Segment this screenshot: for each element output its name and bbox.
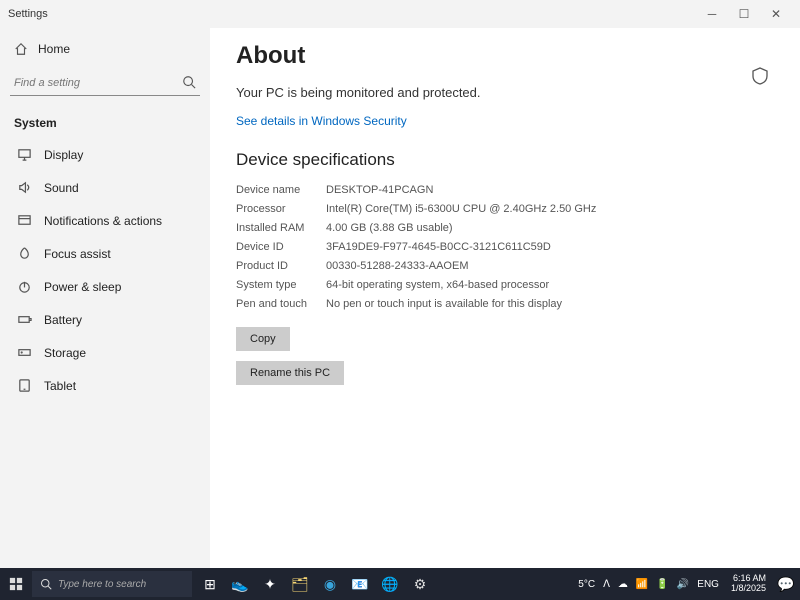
spec-value: 3FA19DE9-F977-4645-B0CC-3121C611C59D [326, 241, 646, 253]
spec-label: Pen and touch [236, 298, 326, 310]
spec-row: System type64-bit operating system, x64-… [236, 279, 774, 291]
clock-date: 1/8/2025 [731, 584, 766, 594]
tray-overflow-icon[interactable]: ᐱ [603, 579, 610, 590]
window-title: Settings [8, 8, 696, 20]
spec-label: Installed RAM [236, 222, 326, 234]
nav-notifications[interactable]: Notifications & actions [0, 204, 210, 237]
copy-button[interactable]: Copy [236, 327, 290, 351]
nav-label: Power & sleep [44, 280, 121, 294]
nav-label: Notifications & actions [44, 214, 162, 228]
nav-battery[interactable]: Battery [0, 303, 210, 336]
task-view-icon[interactable]: ⊞ [196, 570, 224, 598]
window-titlebar: Settings ─ ☐ ✕ [0, 0, 800, 28]
nav-power-sleep[interactable]: Power & sleep [0, 270, 210, 303]
page-title: About [236, 42, 774, 70]
nav-label: Tablet [44, 379, 76, 393]
copilot-icon[interactable]: ✦ [256, 570, 284, 598]
system-tray: 5°C ᐱ ☁ 📶 🔋 🔊 ENG [572, 579, 725, 590]
nav-label: Sound [44, 181, 79, 195]
volume-tray-icon[interactable]: 🔊 [677, 579, 689, 590]
spec-label: Processor [236, 203, 326, 215]
device-specs-table: Device nameDESKTOP-41PCAGN ProcessorInte… [236, 184, 774, 310]
spec-label: System type [236, 279, 326, 291]
search-icon [40, 578, 52, 590]
nav-display[interactable]: Display [0, 138, 210, 171]
storage-icon [17, 345, 32, 360]
taskbar-clock[interactable]: 6:16 AM 1/8/2025 [725, 574, 772, 594]
notifications-icon [17, 213, 32, 228]
taskbar-search-placeholder: Type here to search [58, 579, 146, 590]
mail-icon[interactable]: 📧 [346, 570, 374, 598]
nav-label: Display [44, 148, 83, 162]
nav-sound[interactable]: Sound [0, 171, 210, 204]
spec-value: 4.00 GB (3.88 GB usable) [326, 222, 646, 234]
spec-value: 64-bit operating system, x64-based proce… [326, 279, 646, 291]
onedrive-icon[interactable]: ☁ [618, 579, 628, 590]
taskbar-pinned: ⊞ 👟 ✦ 🗂 ◉ 📧 🌐 ⚙ [196, 570, 434, 598]
home-nav[interactable]: Home [0, 34, 210, 64]
chrome-icon[interactable]: 🌐 [376, 570, 404, 598]
search-settings-input[interactable] [10, 70, 200, 96]
protection-status: Your PC is being monitored and protected… [236, 84, 496, 102]
nav-tablet[interactable]: Tablet [0, 369, 210, 402]
file-explorer-icon[interactable]: 🗂 [286, 570, 314, 598]
display-icon [17, 147, 32, 162]
battery-tray-icon[interactable]: 🔋 [656, 579, 668, 590]
settings-sidebar: Home System Display Sound Notifications … [0, 28, 210, 568]
category-heading: System [0, 106, 210, 138]
app-icon[interactable]: 👟 [226, 570, 254, 598]
power-icon [17, 279, 32, 294]
spec-row: Pen and touchNo pen or touch input is av… [236, 298, 774, 310]
sound-icon [17, 180, 32, 195]
taskbar-search[interactable]: Type here to search [32, 571, 192, 597]
maximize-button[interactable]: ☐ [728, 7, 760, 21]
spec-row: Device ID3FA19DE9-F977-4645-B0CC-3121C61… [236, 241, 774, 253]
spec-row: Installed RAM4.00 GB (3.88 GB usable) [236, 222, 774, 234]
rename-pc-button[interactable]: Rename this PC [236, 361, 344, 385]
spec-row: Device nameDESKTOP-41PCAGN [236, 184, 774, 196]
security-shield-icon[interactable] [750, 66, 770, 86]
start-button[interactable] [0, 577, 32, 591]
weather-widget[interactable]: 5°C [578, 579, 595, 590]
home-icon [14, 42, 28, 56]
edge-icon[interactable]: ◉ [316, 570, 344, 598]
nav-label: Storage [44, 346, 86, 360]
spec-value: DESKTOP-41PCAGN [326, 184, 646, 196]
nav-list: Display Sound Notifications & actions Fo… [0, 138, 210, 568]
spec-row: Product ID00330-51288-24333-AAOEM [236, 260, 774, 272]
spec-row: ProcessorIntel(R) Core(TM) i5-6300U CPU … [236, 203, 774, 215]
nav-storage[interactable]: Storage [0, 336, 210, 369]
minimize-button[interactable]: ─ [696, 7, 728, 21]
windows-security-link[interactable]: See details in Windows Security [236, 114, 407, 128]
nav-focus-assist[interactable]: Focus assist [0, 237, 210, 270]
spec-value: 00330-51288-24333-AAOEM [326, 260, 646, 272]
spec-label: Device name [236, 184, 326, 196]
home-label: Home [38, 42, 70, 56]
main-content: About Your PC is being monitored and pro… [210, 28, 800, 568]
search-icon [182, 75, 196, 89]
spec-label: Device ID [236, 241, 326, 253]
wifi-icon[interactable]: 📶 [636, 579, 648, 590]
spec-value: Intel(R) Core(TM) i5-6300U CPU @ 2.40GHz… [326, 203, 646, 215]
taskbar: Type here to search ⊞ 👟 ✦ 🗂 ◉ 📧 🌐 ⚙ 5°C … [0, 568, 800, 600]
nav-label: Battery [44, 313, 82, 327]
battery-icon [17, 312, 32, 327]
focus-icon [17, 246, 32, 261]
action-center-icon[interactable]: 💬 [772, 570, 800, 598]
language-indicator[interactable]: ENG [697, 579, 719, 590]
tablet-icon [17, 378, 32, 393]
nav-label: Focus assist [44, 247, 111, 261]
spec-value: No pen or touch input is available for t… [326, 298, 646, 310]
settings-icon[interactable]: ⚙ [406, 570, 434, 598]
close-button[interactable]: ✕ [760, 7, 792, 21]
device-specs-heading: Device specifications [236, 150, 774, 170]
spec-label: Product ID [236, 260, 326, 272]
